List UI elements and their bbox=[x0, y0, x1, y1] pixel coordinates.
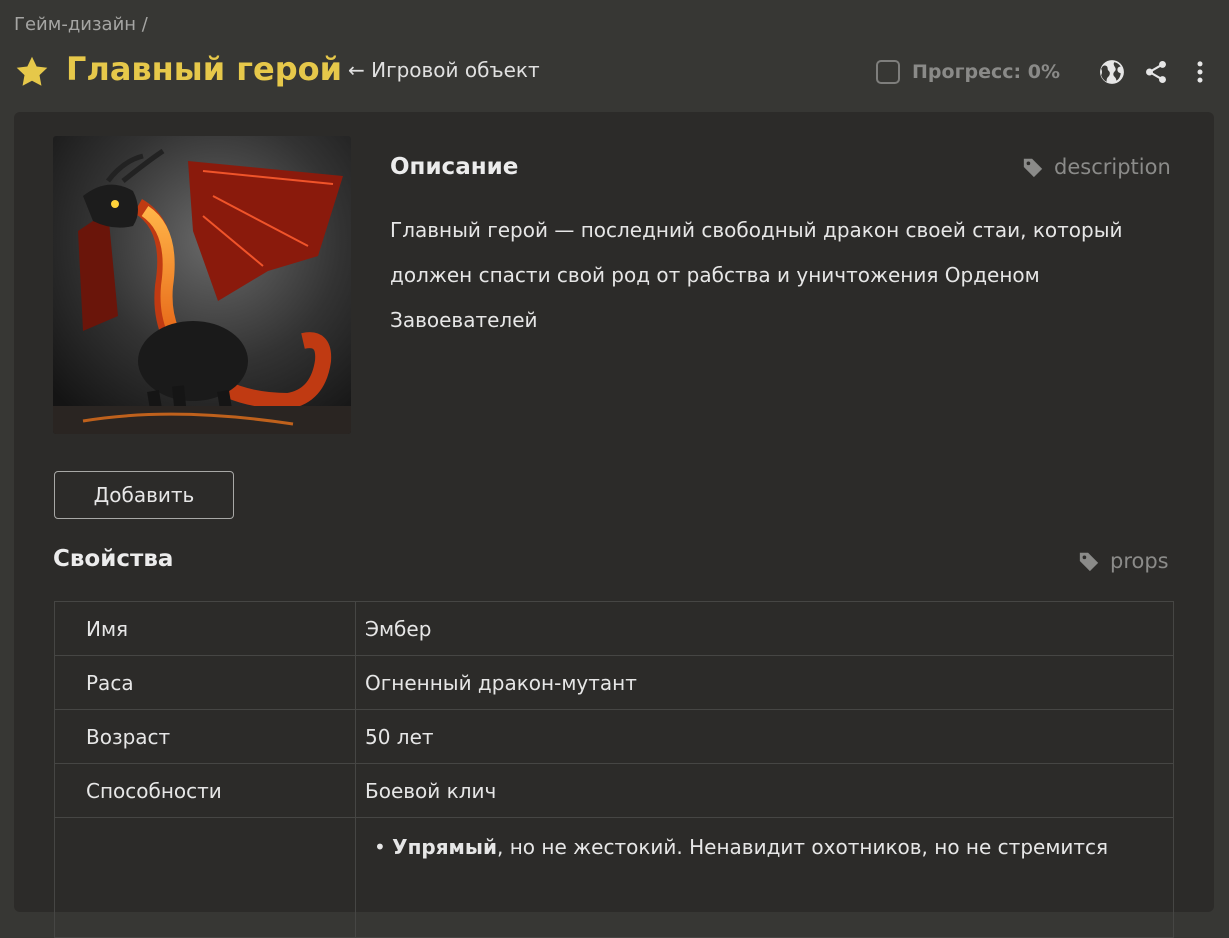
property-key: Возраст bbox=[54, 709, 356, 764]
trait-bold: Упрямый bbox=[392, 835, 497, 859]
globe-icon[interactable] bbox=[1098, 58, 1126, 86]
progress-checkbox[interactable] bbox=[876, 60, 901, 84]
breadcrumb[interactable]: Гейм-дизайн / bbox=[14, 14, 148, 35]
property-value[interactable]: Эмбер bbox=[355, 601, 1174, 656]
add-button[interactable]: Добавить bbox=[54, 471, 234, 519]
table-row: Способности Боевой клич bbox=[54, 763, 1174, 818]
table-row: Имя Эмбер bbox=[54, 601, 1174, 656]
tag-icon bbox=[1023, 158, 1043, 178]
properties-heading: Свойства bbox=[53, 546, 174, 572]
property-key: Способности bbox=[54, 763, 356, 818]
property-value[interactable]: Боевой клич bbox=[355, 763, 1174, 818]
toolbar: Прогресс: 0% bbox=[876, 54, 1214, 90]
bullet: • bbox=[374, 835, 393, 859]
hero-image[interactable] bbox=[53, 136, 351, 434]
more-vertical-icon[interactable] bbox=[1186, 58, 1214, 86]
tag-icon bbox=[1079, 552, 1099, 572]
content-card: Описание description Главный герой — пос… bbox=[14, 112, 1214, 938]
title-row: Главный герой ← Игровой объект Прогресс:… bbox=[14, 50, 1214, 94]
share-icon[interactable] bbox=[1142, 58, 1170, 86]
table-row: Возраст 50 лет bbox=[54, 709, 1174, 764]
page-title: Главный герой bbox=[66, 50, 343, 88]
description-tag-label: description bbox=[1054, 155, 1171, 179]
parent-object-link[interactable]: ← Игровой объект bbox=[348, 58, 540, 82]
table-row: • Упрямый, но не жестокий. Ненавидит охо… bbox=[54, 817, 1174, 938]
property-key: Раса bbox=[54, 655, 356, 710]
properties-table: Имя Эмбер Раса Огненный дракон-мутант Во… bbox=[54, 601, 1174, 938]
property-value[interactable]: 50 лет bbox=[355, 709, 1174, 764]
property-key: Имя bbox=[54, 601, 356, 656]
property-value[interactable]: Огненный дракон-мутант bbox=[355, 655, 1174, 710]
properties-tag[interactable]: props bbox=[1078, 549, 1169, 573]
description-tag[interactable]: description bbox=[1022, 155, 1171, 179]
table-row: Раса Огненный дракон-мутант bbox=[54, 655, 1174, 710]
property-key bbox=[54, 817, 356, 938]
property-value-traits[interactable]: • Упрямый, но не жестокий. Ненавидит охо… bbox=[355, 817, 1174, 938]
trait-text: , но не жестокий. Ненавидит охотников, н… bbox=[497, 835, 1109, 859]
star-icon[interactable] bbox=[14, 54, 50, 90]
properties-tag-label: props bbox=[1110, 549, 1169, 573]
description-text: Главный герой — последний свободный драк… bbox=[390, 218, 1123, 332]
description-heading: Описание bbox=[390, 154, 519, 180]
progress-label: Прогресс: 0% bbox=[912, 61, 1060, 83]
